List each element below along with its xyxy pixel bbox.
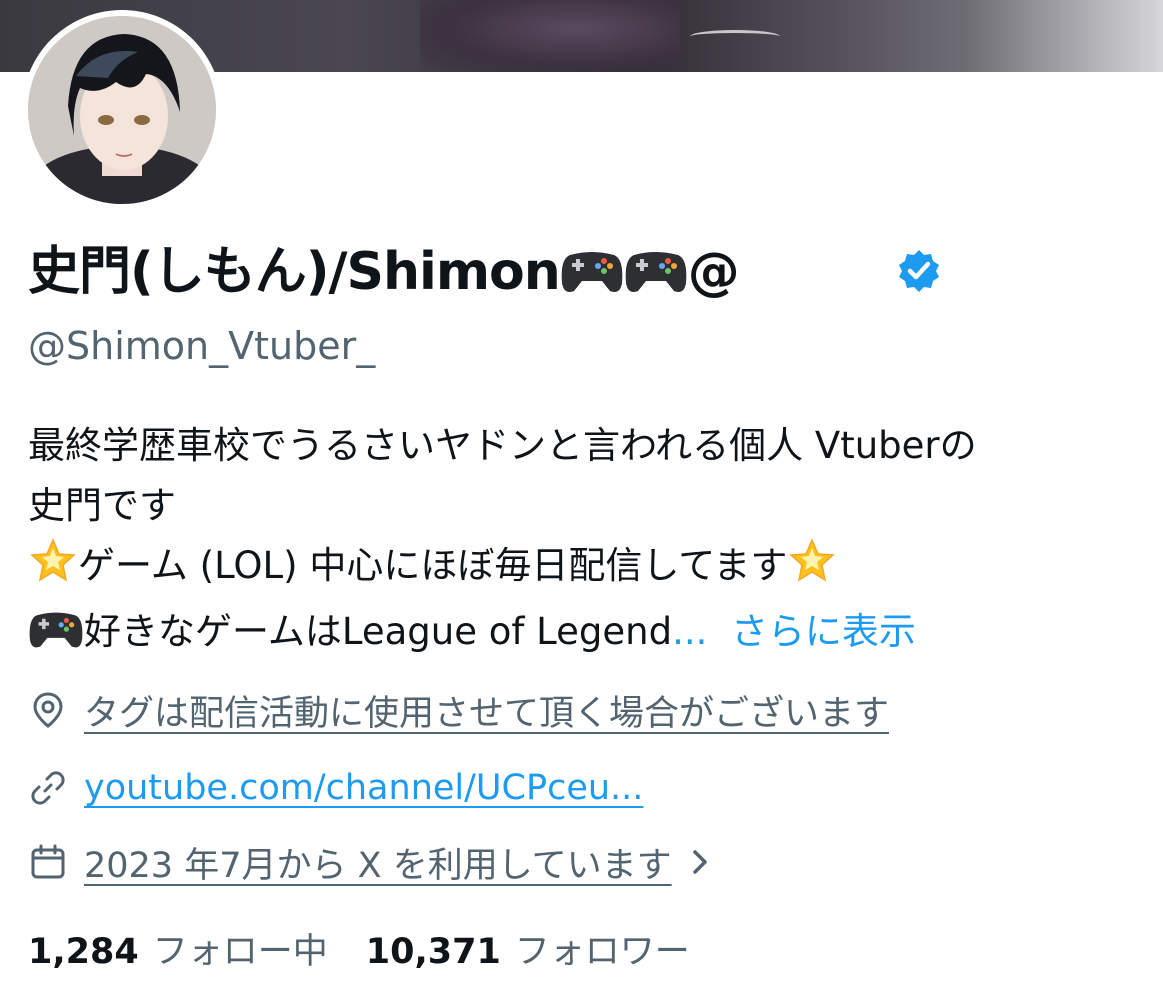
game-controller-icon [560,242,624,314]
banner-art-detail [690,30,780,43]
avatar-image [28,16,216,204]
game-controller-icon [624,242,688,314]
following-count: 1,284 [28,931,139,972]
location-text[interactable]: タグは配信活動に使用させて頂く場合がございます [84,685,889,736]
location-row: タグは配信活動に使用させて頂く場合がございます [28,682,889,738]
show-more-link[interactable]: さらに表示 [731,610,916,653]
followers-stat[interactable]: 10,371 フォロワー [366,923,690,974]
location-pin-icon [33,692,63,728]
joined-date-text[interactable]: 2023 年7月から X を利用しています [84,837,672,888]
glowing-star-icon [787,538,837,602]
followers-label: フォロワー [514,931,690,972]
bio-line-text: 好きなゲームはLeague of Legend [84,610,673,653]
joined-row[interactable]: 2023 年7月から X を利用しています [28,834,712,890]
glowing-star-icon [28,538,78,602]
link-icon [31,771,65,805]
bio-line-text: ゲーム (LOL) 中心にほぼ毎日配信してます [78,544,788,587]
display-name-suffix: @ [687,242,740,302]
bio-line: ゲーム (LOL) 中心にほぼ毎日配信してます [28,536,1138,602]
following-label: フォロー中 [152,931,328,972]
bio-line: 好きなゲームはLeague of Legend... さらに表示 [28,602,1138,668]
display-name-text: 史門(しもん)/Shimon [28,242,561,302]
calendar-icon [31,844,65,879]
profile-page: 史門(しもん)/Shimon @ @Shimon_Vtuber_ 最終学歴車校でう… [0,0,1163,983]
truncation-ellipsis: ... [672,610,708,653]
following-stat[interactable]: 1,284 フォロー中 [28,923,328,974]
verified-badge-icon[interactable] [896,248,942,294]
display-name: 史門(しもん)/Shimon @ [28,236,740,314]
game-controller-icon [28,608,84,668]
banner-art [420,0,680,72]
bio: 最終学歴車校でうるさいヤドンと言われる個人 Vtuberの 史門です ゲーム (… [28,416,1138,668]
chevron-right-icon [692,850,707,874]
follow-stats: 1,284 フォロー中 10,371 フォロワー [28,920,690,976]
username-handle: @Shimon_Vtuber_ [28,324,376,368]
followers-count: 10,371 [365,931,501,972]
bio-line: 史門です [28,484,176,527]
website-link[interactable]: youtube.com/channel/UCPceu... [84,768,643,808]
website-row: youtube.com/channel/UCPceu... [28,760,643,816]
avatar[interactable] [22,10,222,210]
banner-art-highlight [960,0,1163,72]
bio-line: 最終学歴車校でうるさいヤドンと言われる個人 Vtuberの [28,424,977,467]
